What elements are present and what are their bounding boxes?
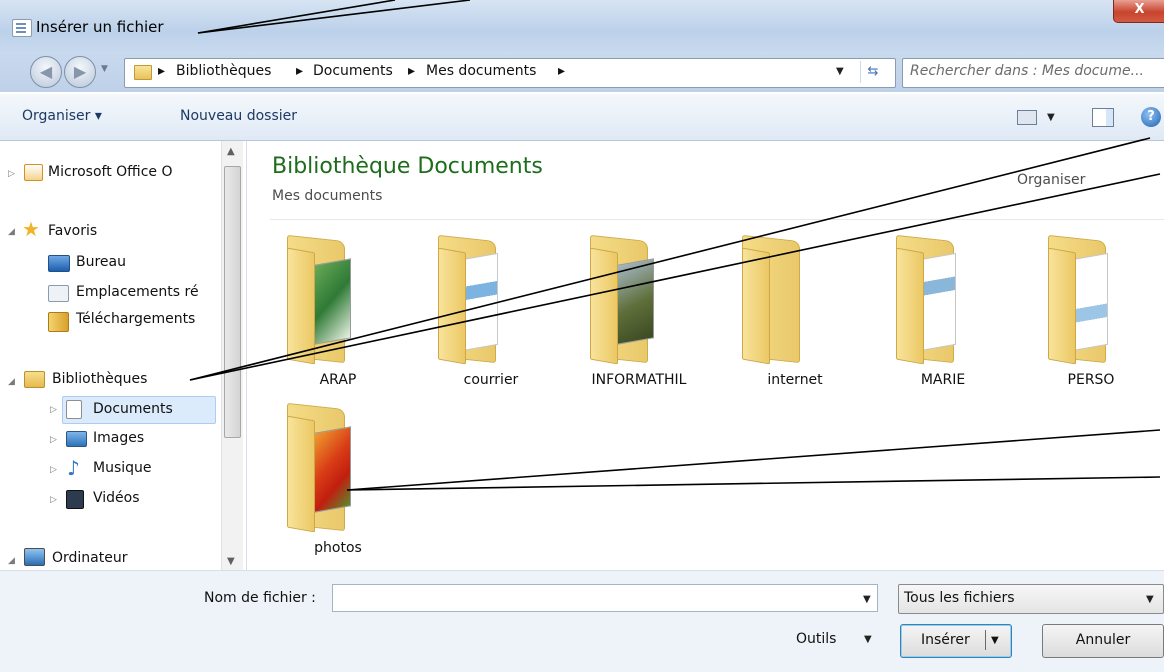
filetype-dropdown-icon[interactable]: ▼ [1146, 594, 1154, 605]
expand-icon[interactable]: ▷ [50, 435, 57, 445]
folder-icon[interactable] [438, 232, 506, 365]
breadcrumb-sep-icon: ▸ [558, 63, 566, 79]
documents-icon [66, 400, 82, 419]
libraries-icon [24, 371, 45, 388]
folder-label-informathil[interactable]: INFORMATHIL [584, 372, 694, 388]
divider [270, 219, 1164, 220]
expand-icon[interactable]: ▷ [8, 169, 15, 179]
collapse-icon[interactable]: ◢ [8, 377, 15, 387]
filename-dropdown-icon[interactable]: ▼ [863, 594, 871, 605]
tools-menu[interactable]: Outils [796, 631, 836, 647]
close-button[interactable]: X [1113, 0, 1164, 23]
folder-label-arap[interactable]: ARAP [283, 372, 393, 388]
computer-icon [24, 548, 45, 566]
organize-menu[interactable]: Organiser ▾ [22, 108, 102, 124]
expand-icon[interactable]: ▷ [50, 405, 57, 415]
tools-dropdown-icon[interactable]: ▼ [864, 634, 872, 645]
breadcrumb-sep-icon: ▸ [296, 63, 304, 79]
forward-button[interactable]: ▶ [64, 56, 96, 88]
music-icon: ♪ [67, 456, 80, 480]
videos-icon [66, 490, 84, 509]
breadcrumb-sep-icon: ▸ [408, 63, 416, 79]
desktop-icon [48, 255, 70, 272]
sidebar-item-images[interactable]: Images [93, 430, 144, 446]
view-icon[interactable] [1017, 110, 1037, 125]
downloads-icon [48, 312, 69, 332]
expand-icon[interactable]: ▷ [50, 465, 57, 475]
filename-field[interactable] [332, 584, 878, 612]
sidebar-item-recent-places[interactable]: Emplacements ré [76, 284, 199, 300]
scroll-down-icon[interactable]: ▼ [227, 556, 235, 567]
scroll-up-icon[interactable]: ▲ [227, 146, 235, 157]
sidebar-item-libraries[interactable]: Bibliothèques [52, 371, 147, 387]
folder-label-marie[interactable]: MARIE [888, 372, 998, 388]
expand-icon[interactable]: ▷ [50, 495, 57, 505]
command-bar [0, 94, 1164, 141]
sidebar-item-documents[interactable]: Documents [93, 401, 173, 417]
breadcrumb-my-documents[interactable]: Mes documents [426, 63, 536, 79]
preview-pane-icon[interactable] [1092, 108, 1114, 127]
refresh-icon[interactable]: ⇆ [860, 61, 885, 83]
folder-label-courrier[interactable]: courrier [436, 372, 546, 388]
breadcrumb-documents[interactable]: Documents [313, 63, 393, 79]
help-icon[interactable]: ? [1141, 107, 1161, 127]
folder-label-internet[interactable]: internet [740, 372, 850, 388]
collapse-icon[interactable]: ◢ [8, 556, 15, 566]
insert-dropdown-icon[interactable]: ▼ [991, 625, 999, 656]
window-title: Insérer un fichier [36, 18, 164, 36]
new-folder-button[interactable]: Nouveau dossier [180, 108, 297, 124]
outlook-icon [24, 164, 43, 181]
sidebar-item-office[interactable]: Microsoft Office O [48, 164, 173, 180]
scrollbar-thumb[interactable] [224, 166, 241, 438]
sidebar-item-videos[interactable]: Vidéos [93, 490, 140, 506]
folder-icon[interactable] [896, 232, 964, 365]
sidebar-item-desktop[interactable]: Bureau [76, 254, 126, 270]
recent-pages-dropdown[interactable]: ▼ [101, 64, 108, 74]
pictures-icon [66, 431, 87, 447]
folder-icon[interactable] [590, 232, 658, 365]
folder-label-photos[interactable]: photos [283, 540, 393, 556]
view-dropdown-icon[interactable]: ▼ [1047, 112, 1055, 123]
insert-button-label: Insérer [921, 632, 970, 648]
folder-icon [134, 65, 152, 80]
back-button[interactable]: ◀ [30, 56, 62, 88]
library-subtitle: Mes documents [272, 188, 383, 204]
sidebar-item-computer[interactable]: Ordinateur [52, 550, 128, 566]
arrange-by-label[interactable]: Organiser [1017, 172, 1085, 188]
folder-icon[interactable] [1048, 232, 1116, 365]
sidebar-item-music[interactable]: Musique [93, 460, 152, 476]
folder-icon[interactable] [287, 232, 355, 365]
insert-split-divider [985, 630, 986, 650]
filetype-value: Tous les fichiers [904, 590, 1015, 606]
insert-file-icon [12, 19, 32, 37]
folder-icon[interactable] [287, 400, 355, 533]
sidebar-item-favorites[interactable]: Favoris [48, 223, 97, 239]
insert-button[interactable]: Insérer ▼ [900, 624, 1012, 658]
recent-places-icon [48, 285, 69, 302]
cancel-button[interactable]: Annuler [1042, 624, 1164, 658]
breadcrumb-sep-icon: ▸ [158, 63, 166, 79]
title-bar [0, 0, 1164, 52]
library-title: Bibliothèque Documents [272, 154, 543, 179]
address-dropdown-icon[interactable]: ▼ [836, 66, 844, 77]
folder-label-perso[interactable]: PERSO [1036, 372, 1146, 388]
collapse-icon[interactable]: ◢ [8, 227, 15, 237]
star-icon: ★ [22, 217, 40, 241]
search-placeholder: Rechercher dans : Mes docume... [910, 63, 1144, 79]
sidebar-item-downloads[interactable]: Téléchargements [76, 311, 195, 327]
filename-label: Nom de fichier : [204, 590, 316, 606]
breadcrumb-libraries[interactable]: Bibliothèques [176, 63, 271, 79]
folder-icon[interactable] [742, 232, 810, 365]
